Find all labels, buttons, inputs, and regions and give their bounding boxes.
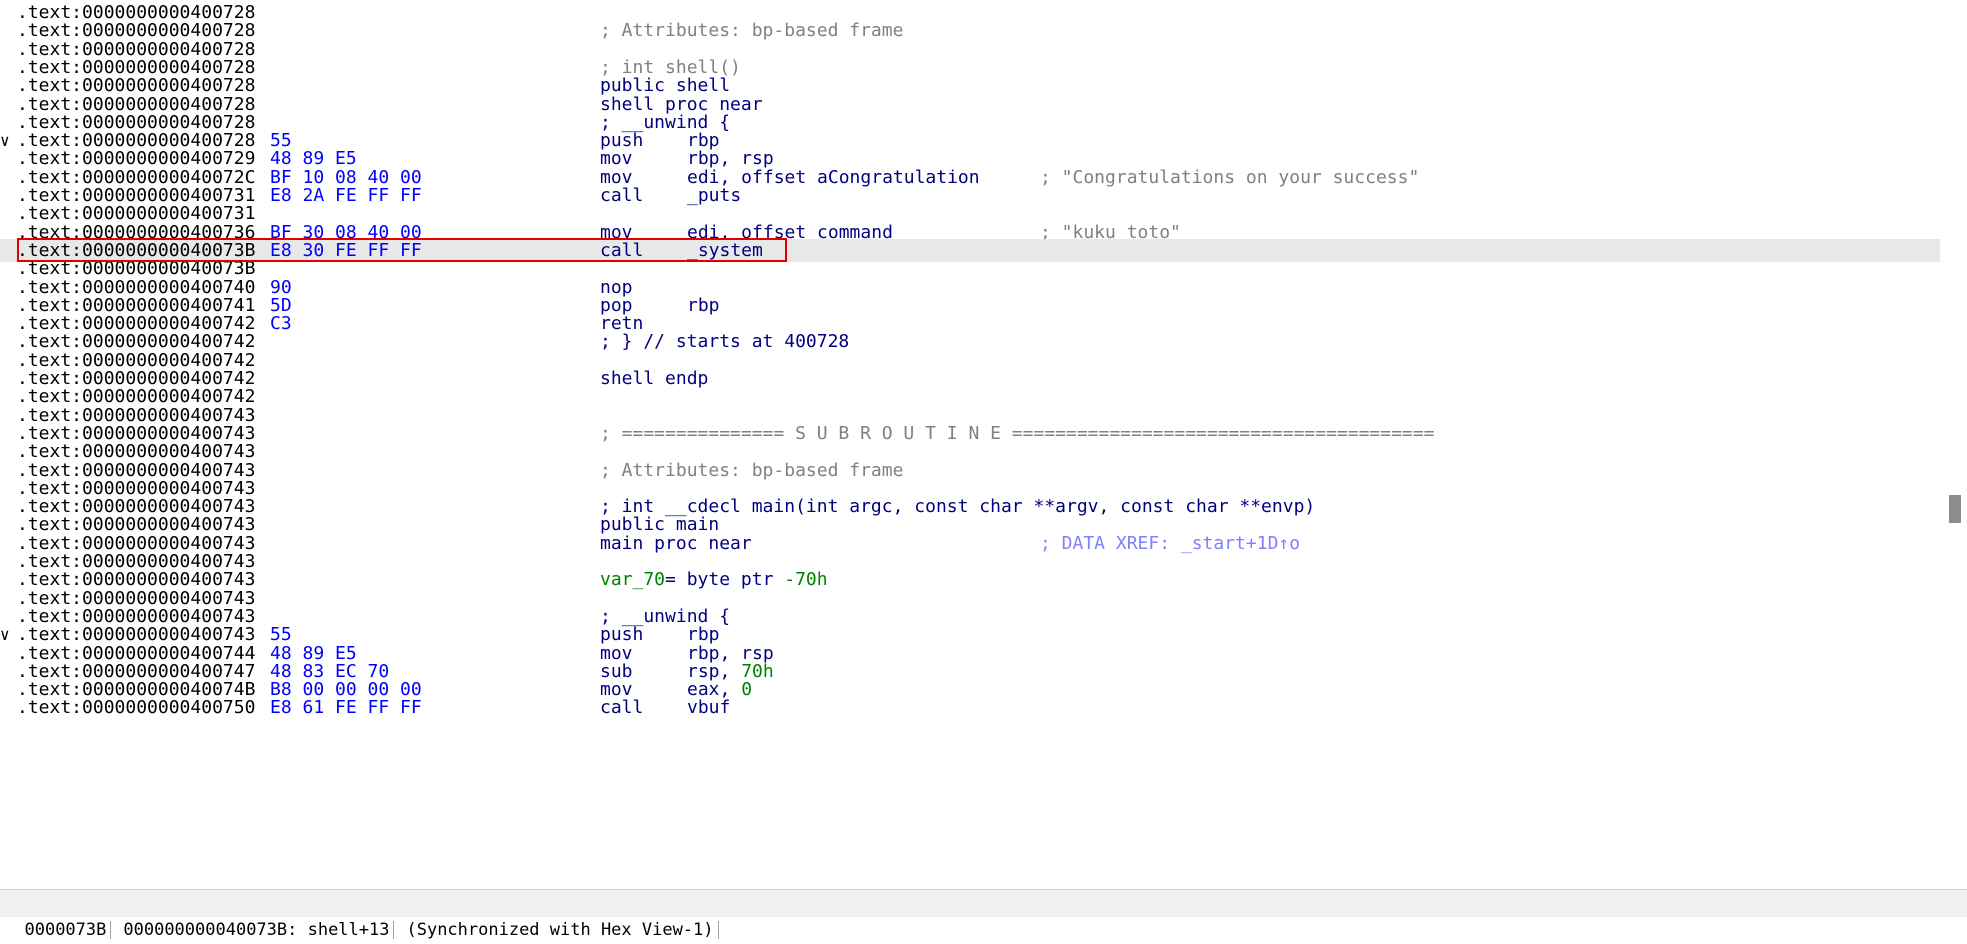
mnemonic[interactable]: call (600, 696, 643, 719)
status-bar: 0000073B 000000000040073B: shell+13 (Synch… (0, 889, 1967, 940)
scrollbar-thumb[interactable] (1949, 495, 1961, 523)
opcode-bytes: E8 61 FE FF FF (270, 697, 422, 719)
address[interactable]: .text:0000000000400750 (17, 696, 255, 719)
status-sync: (Synchronized with Hex View-1) (406, 920, 714, 940)
status-offset: 0000073B (24, 920, 107, 940)
disassembly-listing[interactable]: .text:0000000000400728 .text:000000000040… (0, 0, 1944, 889)
status-location: 000000000040073B: shell+13 (123, 920, 390, 940)
vertical-scrollbar[interactable] (1945, 0, 1967, 889)
listing-row[interactable]: .text:0000000000400750 E8 61 FE FF FF call… (0, 696, 1940, 719)
operand-text[interactable]: vbuf (687, 697, 730, 718)
operands[interactable]: vbuf (687, 696, 730, 719)
